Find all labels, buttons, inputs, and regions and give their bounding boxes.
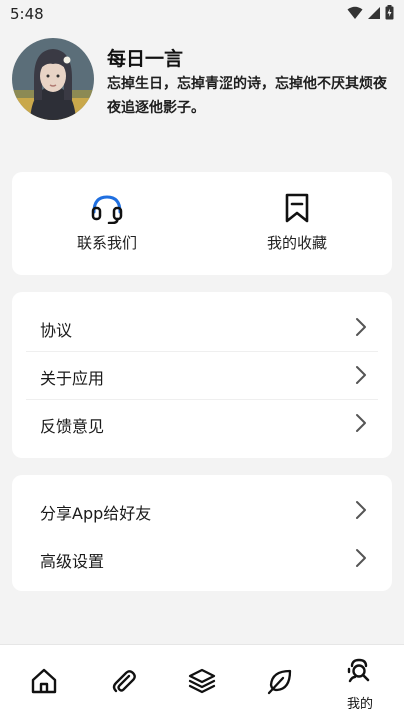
menu-item-label: 分享App给好友 (40, 504, 152, 523)
my-favorites-label: 我的收藏 (266, 234, 327, 252)
leaf-icon (267, 669, 292, 695)
status-icons (347, 5, 394, 20)
nav-leaf[interactable] (240, 645, 320, 721)
bookmark-icon (285, 193, 309, 223)
chevron-right-icon (356, 501, 366, 519)
contact-us-label: 联系我们 (76, 234, 137, 252)
status-time: 5:48 (10, 5, 44, 23)
menu-item-label: 高级设置 (40, 552, 105, 571)
share-settings-card: 分享App给好友 高级设置 (12, 475, 392, 591)
quick-actions-card: 联系我们 我的收藏 (12, 172, 392, 275)
profile-header: 每日一言 忘掉生日，忘掉青涩的诗，忘掉他不厌其烦夜夜追逐他影子。 (12, 38, 392, 124)
menu-item-share-app[interactable]: 分享App给好友 (12, 486, 392, 534)
avatar[interactable] (12, 38, 94, 120)
menu-item-feedback[interactable]: 反馈意见 (12, 399, 392, 447)
profile-name: 每日一言 (107, 48, 184, 70)
nav-home[interactable] (4, 645, 84, 721)
nav-mine[interactable]: 我的 (320, 645, 400, 721)
nav-layers[interactable] (162, 645, 242, 721)
nav-attachments[interactable] (84, 645, 164, 721)
menu-item-agreement[interactable]: 协议 (12, 303, 392, 351)
status-bar: 5:48 (0, 0, 404, 28)
cellular-signal-icon (368, 6, 380, 19)
menu-item-about-app[interactable]: 关于应用 (12, 351, 392, 399)
contact-us-button[interactable]: 联系我们 (12, 172, 202, 275)
wifi-icon (347, 6, 363, 19)
chevron-right-icon (356, 366, 366, 384)
profile-quote: 忘掉生日，忘掉青涩的诗，忘掉他不厌其烦夜夜追逐他影子。 (107, 76, 387, 116)
battery-icon (385, 5, 394, 20)
menu-item-label: 关于应用 (40, 369, 105, 388)
menu-item-label: 协议 (40, 321, 73, 340)
layers-icon (188, 668, 216, 694)
nav-mine-label: 我的 (346, 697, 373, 712)
settings-menu-card: 协议 关于应用 反馈意见 (12, 292, 392, 458)
menu-item-advanced-settings[interactable]: 高级设置 (12, 534, 392, 582)
paperclip-icon (112, 670, 136, 693)
menu-item-label: 反馈意见 (40, 417, 105, 436)
chevron-right-icon (356, 549, 366, 567)
home-icon (31, 668, 57, 694)
headset-icon (91, 195, 123, 224)
profile-search-icon (347, 658, 370, 683)
chevron-right-icon (356, 414, 366, 432)
chevron-right-icon (356, 318, 366, 336)
avatar-image (12, 38, 94, 120)
bottom-nav: 我的 (0, 644, 404, 721)
my-favorites-button[interactable]: 我的收藏 (202, 172, 392, 275)
